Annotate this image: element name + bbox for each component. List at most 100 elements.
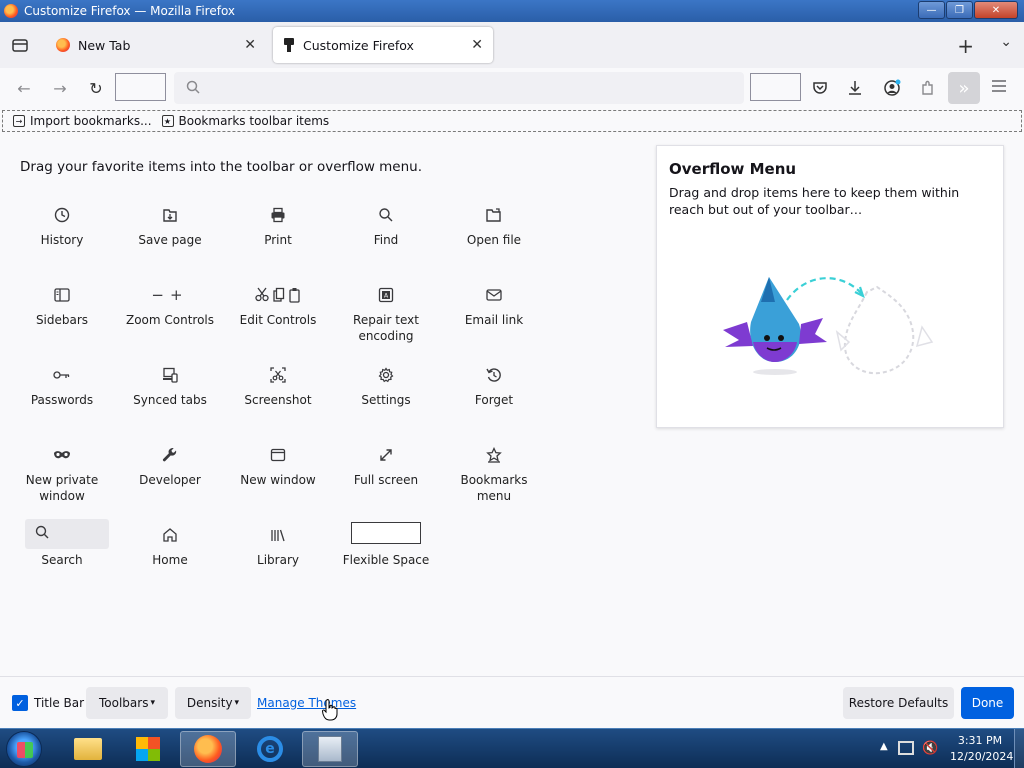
import-icon: → <box>13 115 25 127</box>
folder-icon <box>74 738 102 760</box>
bookmarks-toolbar: → Import bookmarks... ★ Bookmarks toolba… <box>2 110 1022 132</box>
sidebar-icon <box>54 284 70 306</box>
density-label: Density <box>186 696 233 710</box>
fullscreen-icon <box>379 444 393 466</box>
palette-item-zoom-controls[interactable]: −+ Zoom Controls <box>116 276 224 348</box>
palette-item-open-file[interactable]: Open file <box>440 196 548 268</box>
tab-customize-firefox[interactable]: Customize Firefox ✕ <box>273 27 493 63</box>
density-dropdown-button[interactable]: Density ▾ <box>175 687 251 719</box>
palette-item-label: New window <box>240 473 316 487</box>
network-icon[interactable] <box>898 741 914 755</box>
palette-item-screenshot[interactable]: Screenshot <box>224 356 332 428</box>
extensions-icon[interactable] <box>916 76 940 100</box>
palette-item-library[interactable]: Library <box>224 516 332 588</box>
firefox-view-button[interactable] <box>0 22 40 68</box>
palette-item-email-link[interactable]: Email link <box>440 276 548 348</box>
chevron-down-icon: ▾ <box>234 698 240 708</box>
window-title-bar: Customize Firefox — Mozilla Firefox — ❐ … <box>0 0 1024 22</box>
account-icon[interactable] <box>880 76 904 100</box>
application-icon <box>318 736 342 762</box>
palette-item-full-screen[interactable]: Full screen <box>332 436 440 508</box>
toolbar-flexible-space[interactable] <box>115 73 166 101</box>
address-bar[interactable] <box>174 72 744 104</box>
clock-time: 3:31 PM <box>957 734 1003 747</box>
toolbars-label: Toolbars <box>99 696 149 710</box>
palette-item-new-private-window[interactable]: New private window <box>8 436 116 508</box>
clock-date: 12/20/2024 <box>950 750 1014 763</box>
import-bookmarks-button[interactable]: → Import bookmarks... <box>13 114 152 128</box>
palette-item-find[interactable]: Find <box>332 196 440 268</box>
star-icon: ★ <box>161 115 174 127</box>
restore-defaults-button[interactable]: Restore Defaults <box>843 687 954 719</box>
tab-label: Customize Firefox <box>303 37 414 53</box>
taskbar-explorer[interactable] <box>60 731 116 767</box>
taskbar-internet-explorer[interactable]: e <box>242 731 298 767</box>
palette-item-save-page[interactable]: Save page <box>116 196 224 268</box>
close-window-button[interactable]: ✕ <box>974 1 1018 19</box>
back-icon[interactable]: ← <box>12 76 36 100</box>
cut-copy-paste-icon <box>255 284 301 306</box>
palette-item-settings[interactable]: Settings <box>332 356 440 428</box>
palette-item-developer[interactable]: Developer <box>116 436 224 508</box>
palette-item-home[interactable]: Home <box>116 516 224 588</box>
done-button[interactable]: Done <box>961 687 1014 719</box>
hamburger-menu-icon[interactable] <box>992 80 1006 92</box>
palette-item-label: Full screen <box>353 473 419 487</box>
magnifier-icon <box>378 204 394 226</box>
hand-cursor-icon <box>322 699 338 721</box>
overflow-menu-button[interactable]: » <box>948 72 980 104</box>
start-button[interactable] <box>6 731 42 767</box>
palette-item-forget[interactable]: Forget <box>440 356 548 428</box>
taskbar-app[interactable] <box>302 731 358 767</box>
palette-item-history[interactable]: History <box>8 196 116 268</box>
close-tab-icon[interactable]: ✕ <box>471 37 483 53</box>
palette-item-label: History <box>40 233 84 247</box>
palette-item-label: Print <box>264 233 292 247</box>
pocket-icon[interactable] <box>808 76 832 100</box>
bookmarks-toolbar-items[interactable]: ★ Bookmarks toolbar items <box>161 114 329 128</box>
overflow-menu-panel[interactable]: Overflow Menu Drag and drop items here t… <box>656 145 1004 428</box>
window-controls: — ❐ ✕ <box>918 1 1018 19</box>
forward-icon[interactable]: → <box>48 76 72 100</box>
palette-item-label: Search <box>41 553 83 567</box>
volume-muted-icon[interactable]: 🔇 <box>922 741 938 756</box>
overflow-menu-title: Overflow Menu <box>669 160 797 178</box>
tab-label: New Tab <box>78 37 131 53</box>
store-icon <box>136 737 160 761</box>
palette-item-flexible-space[interactable]: · Flexible Space <box>332 516 440 588</box>
paintbrush-icon <box>283 38 295 52</box>
title-bar-checkbox[interactable]: ✓ <box>12 695 28 711</box>
reload-icon[interactable]: ↻ <box>84 76 108 100</box>
taskbar-firefox[interactable] <box>180 731 236 767</box>
show-desktop-button[interactable] <box>1014 729 1024 768</box>
palette-item-edit-controls[interactable]: Edit Controls <box>224 276 332 348</box>
clock[interactable]: 3:31 PM 12/20/2024 <box>950 733 1014 765</box>
tab-new-tab[interactable]: New Tab ✕ <box>46 27 266 63</box>
title-bar-label: Title Bar <box>34 696 85 710</box>
list-all-tabs-button[interactable]: ⌄ <box>1000 34 1012 50</box>
new-tab-button[interactable]: + <box>957 34 974 58</box>
palette-item-label: Repair text encoding <box>353 313 419 343</box>
toolbar-flexible-space[interactable] <box>750 73 801 101</box>
palette-item-print[interactable]: Print <box>224 196 332 268</box>
import-bookmarks-label: Import bookmarks... <box>30 114 152 128</box>
palette-item-synced-tabs[interactable]: Synced tabs <box>116 356 224 428</box>
palette-item-repair-text-encoding[interactable]: A Repair text encoding <box>332 276 440 348</box>
palette-item-passwords[interactable]: Passwords <box>8 356 116 428</box>
manage-themes-link[interactable]: Manage Themes <box>257 696 356 710</box>
palette-item-sidebars[interactable]: Sidebars <box>8 276 116 348</box>
palette-item-new-window[interactable]: New window <box>224 436 332 508</box>
downloads-icon[interactable] <box>843 76 867 100</box>
customize-footer: ✓ Title Bar Toolbars ▾ Density ▾ Manage … <box>0 676 1024 728</box>
maximize-button[interactable]: ❐ <box>946 1 973 19</box>
internet-explorer-icon: e <box>257 736 283 762</box>
toolbars-dropdown-button[interactable]: Toolbars ▾ <box>86 687 168 719</box>
taskbar-store[interactable] <box>120 731 176 767</box>
palette-item-label: Sidebars <box>35 313 89 327</box>
palette-item-search[interactable]: · Search <box>8 516 116 588</box>
minimize-button[interactable]: — <box>918 1 945 19</box>
show-hidden-icons-icon[interactable]: ▲ <box>880 741 888 752</box>
palette-item-bookmarks-menu[interactable]: Bookmarks menu <box>440 436 548 508</box>
close-tab-icon[interactable]: ✕ <box>244 37 256 53</box>
clock-icon <box>54 204 70 226</box>
